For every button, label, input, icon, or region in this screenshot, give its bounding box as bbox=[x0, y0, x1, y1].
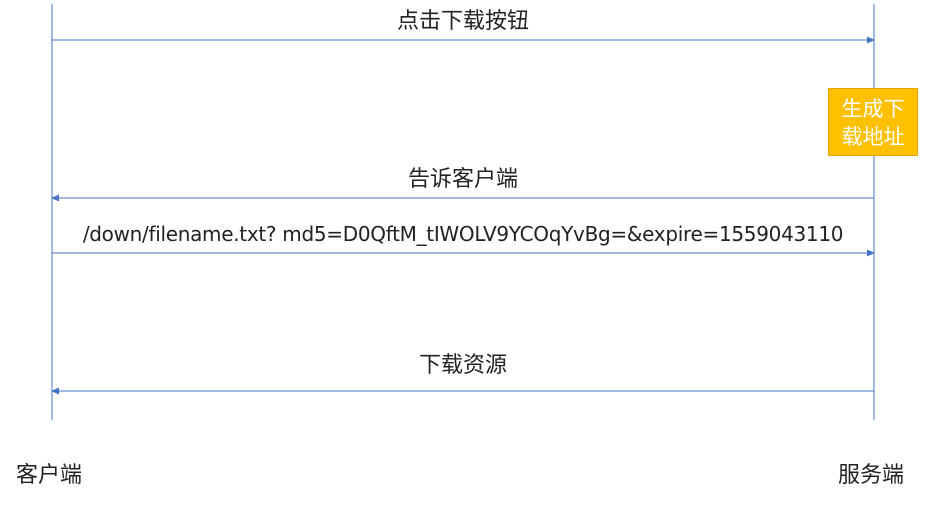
diagram-lines bbox=[51, 4, 875, 420]
process-box-generate-url: 生成下 载地址 bbox=[828, 88, 918, 156]
message-label-4: 下载资源 bbox=[418, 353, 507, 378]
actor-client-label: 客户端 bbox=[16, 463, 83, 488]
message-label-1: 点击下载按钮 bbox=[396, 9, 529, 34]
actor-server-label: 服务端 bbox=[838, 463, 905, 488]
message-label-3: /down/filename.txt? md5=D0QftM_tIWOLV9YC… bbox=[82, 222, 844, 246]
sequence-diagram: 点击下载按钮 告诉客户端 /down/filename.txt? md5=D0Q… bbox=[0, 0, 925, 505]
message-label-2: 告诉客户端 bbox=[407, 167, 518, 192]
